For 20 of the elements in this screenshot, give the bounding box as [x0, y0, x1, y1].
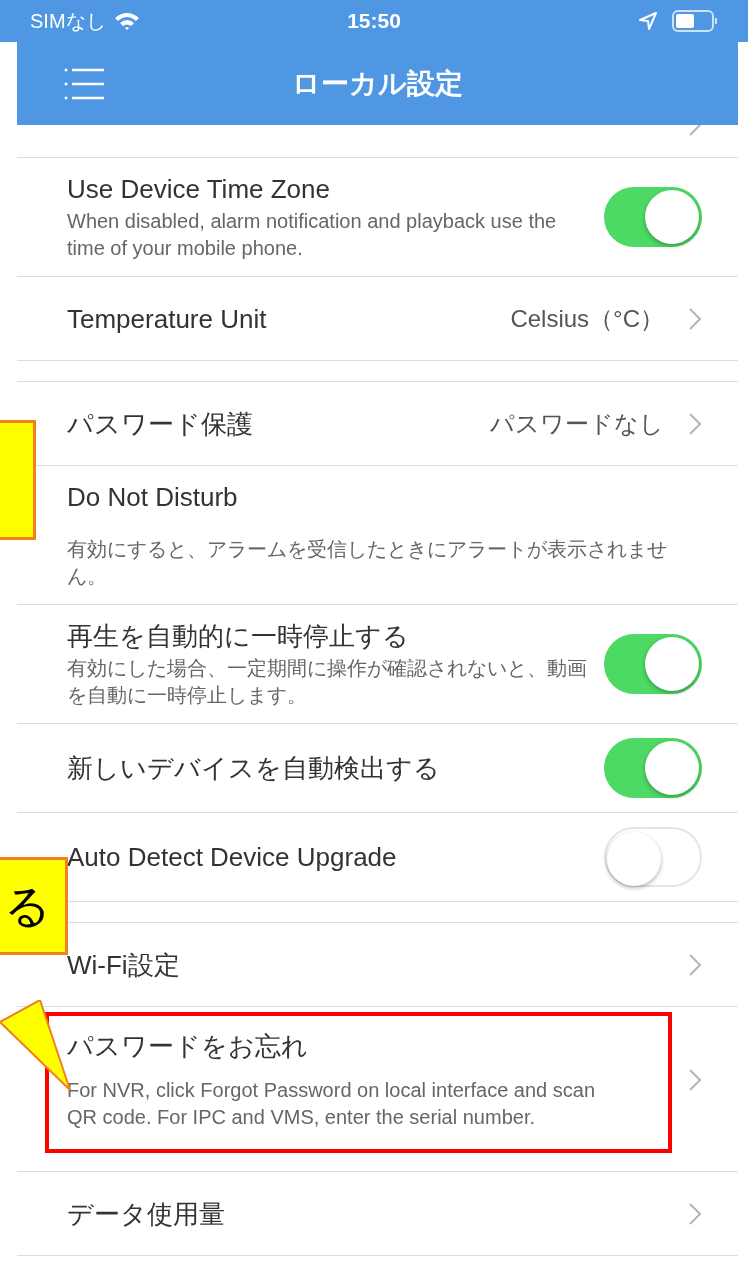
callout-tooltip: る	[0, 857, 68, 955]
row-title: パスワード保護	[67, 407, 254, 441]
row-title: Use Device Time Zone	[67, 173, 331, 206]
row-description: 有効にすると、アラームを受信したときにアラートが表示されません。	[67, 537, 668, 589]
status-time: 15:50	[347, 8, 401, 35]
row-title: パスワードをお忘れ	[67, 1030, 309, 1063]
row-description: When disabled, alarm notification and playback use the time of your mobile phone.	[67, 209, 558, 261]
row-title: 再生を自動的に一時停止する	[67, 620, 410, 653]
row-title: Do Not Disturb	[67, 481, 239, 514]
row-value: Celsius（°C）	[510, 303, 664, 334]
row-title: データ使用量	[67, 1197, 226, 1231]
row-description: 有効にした場合、一定期間に操作が確認されないと、動画を自動に一時停止します。	[67, 656, 587, 708]
row-title: 新しいデバイスを自動検出する	[67, 752, 441, 785]
row-title: Auto Detect Device Upgrade	[67, 841, 398, 874]
row-value: パスワードなし	[490, 408, 664, 439]
nav-title: ローカル設定	[292, 66, 463, 101]
row-description: For NVR, click Forgot Password on local interface and scan QR code. For IPC and VMS, enter the serial number.	[67, 1078, 596, 1130]
row-title: Temperature Unit	[67, 302, 268, 336]
carrier-label: SIMなし	[30, 9, 106, 34]
row-title: Wi-Fi設定	[67, 948, 181, 982]
